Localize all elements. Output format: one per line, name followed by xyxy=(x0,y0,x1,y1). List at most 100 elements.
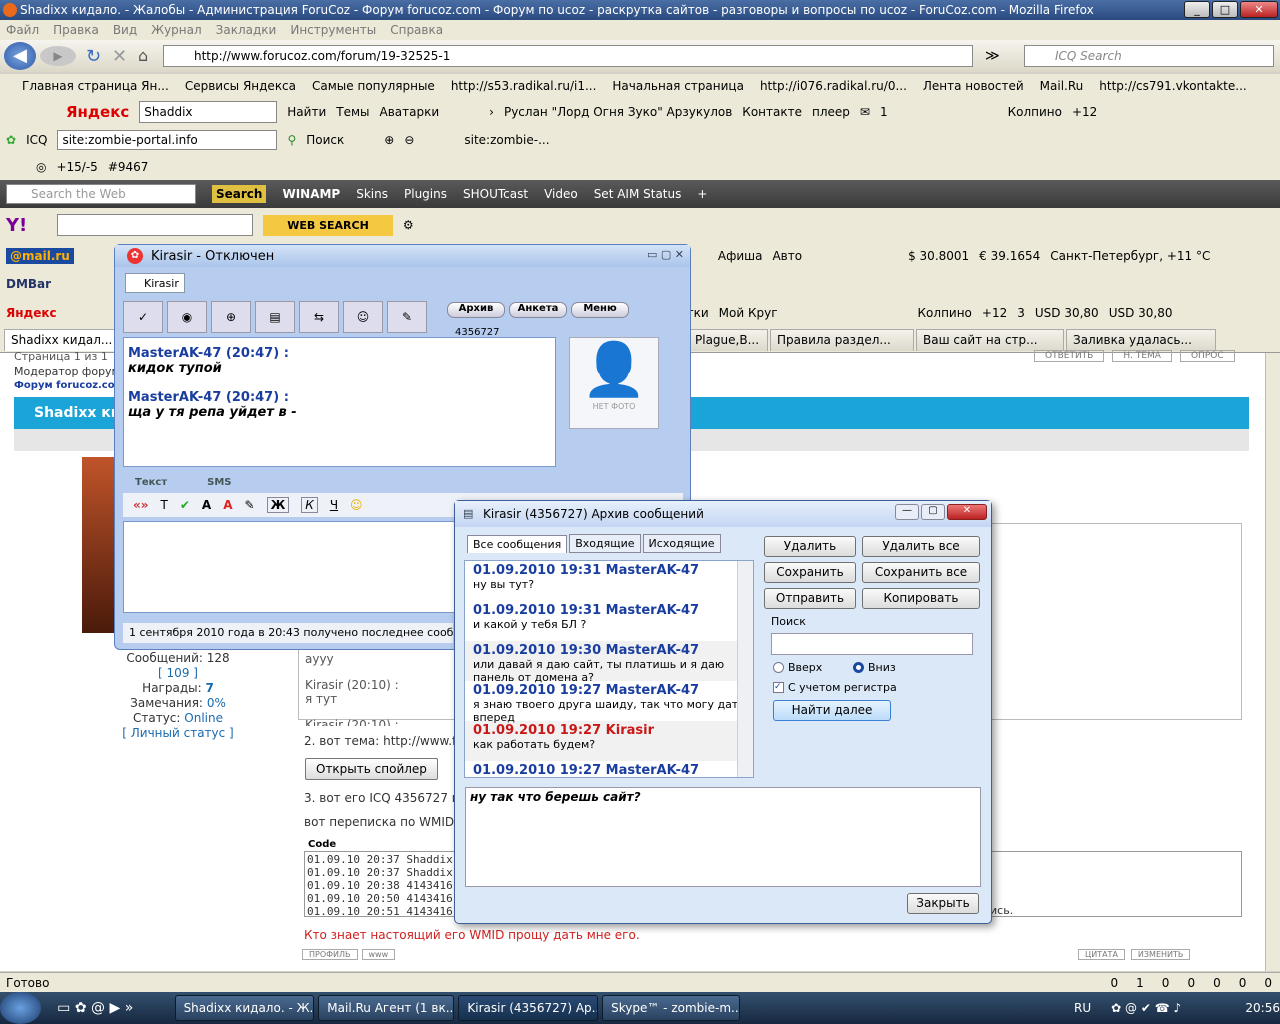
home-icon[interactable]: ⌂ xyxy=(138,46,148,65)
menu-edit[interactable]: Правка xyxy=(53,23,99,37)
task-mailru-agent[interactable]: Mail.Ru Агент (1 вк... xyxy=(318,995,455,1021)
task-icq-archive[interactable]: Kirasir (4356727) Ар... xyxy=(458,995,599,1021)
search-box[interactable]: ICQ Search xyxy=(1024,45,1274,67)
bold-button[interactable]: Ж xyxy=(266,497,290,513)
icq-menu-button[interactable]: Меню xyxy=(571,302,629,318)
icq-contact-tab[interactable]: Kirasir xyxy=(125,273,185,293)
back-button[interactable]: ◀ xyxy=(4,42,36,70)
winamp-plugins[interactable]: Plugins xyxy=(404,187,447,201)
maximize-button[interactable]: □ xyxy=(1212,1,1238,18)
reload-icon[interactable]: ↻ xyxy=(86,46,101,67)
reply-button[interactable]: ОТВЕТИТЬ xyxy=(1034,350,1105,362)
list-item[interactable]: 01.09.2010 19:27 MasterAK-47 xyxy=(465,761,753,777)
icq-check-icon[interactable]: ✓ xyxy=(123,301,163,333)
icq-message-input[interactable] xyxy=(123,521,468,613)
chevron-right-icon[interactable]: › xyxy=(489,105,494,119)
icq-transfer-icon[interactable]: ⇆ xyxy=(299,301,339,333)
winamp-shoutcast[interactable]: SHOUTcast xyxy=(463,187,528,201)
icq-tab-text[interactable]: Текст xyxy=(135,477,167,488)
personal-status-link[interactable]: [ Личный статус ] xyxy=(108,726,248,741)
yahoo-web-search-button[interactable]: WEB SEARCH xyxy=(263,214,393,236)
archive-close-dialog-button[interactable]: Закрыть xyxy=(907,893,979,914)
mail-icon[interactable]: ✉ xyxy=(860,105,870,119)
tab-upload[interactable]: Заливка удалась... xyxy=(1066,328,1216,351)
icq-search-button[interactable]: Поиск xyxy=(306,133,344,147)
tab-rules[interactable]: Правила раздел... xyxy=(770,328,914,351)
icq-webcam-icon[interactable]: ◉ xyxy=(167,301,207,333)
tab-shadixx[interactable]: Shadixx кидал... xyxy=(4,328,116,351)
yandex-search-input[interactable]: Shaddix xyxy=(139,101,278,123)
list-item[interactable]: 01.09.2010 19:31 MasterAK-47 и какой у те… xyxy=(465,601,753,641)
icq-site-input[interactable]: site:zombie-portal.info xyxy=(57,130,278,150)
web-search-input[interactable]: Search the Web xyxy=(6,184,196,204)
smiley-icon[interactable]: ☺ xyxy=(350,498,363,512)
save-button[interactable]: Сохранить xyxy=(764,562,856,583)
menu-help[interactable]: Справка xyxy=(390,23,443,37)
stop-icon[interactable]: ✕ xyxy=(112,46,127,67)
archive-close-button[interactable]: ✕ xyxy=(947,504,987,520)
list-scrollbar[interactable] xyxy=(737,561,753,777)
minimize-button[interactable]: _ xyxy=(1184,1,1210,18)
save-all-button[interactable]: Сохранить все xyxy=(862,562,980,583)
task-skype[interactable]: Skype™ - zombie-m... xyxy=(602,995,741,1021)
auto-link[interactable]: Авто xyxy=(772,249,802,263)
radio-up-icon[interactable] xyxy=(773,662,784,673)
profile-button[interactable]: ПРОФИЛЬ xyxy=(302,949,358,960)
icq-window-controls[interactable]: ▭ ▢ ✕ xyxy=(647,248,684,261)
www-button[interactable]: www xyxy=(361,949,396,960)
zoom-out-icon[interactable]: ⊖ xyxy=(404,133,414,147)
menu-file[interactable]: Файл xyxy=(6,23,39,37)
forum-link[interactable]: Форум forucoz.com xyxy=(14,380,125,391)
checkbox-checked-icon[interactable]: ✓ xyxy=(773,682,784,693)
menu-view[interactable]: Вид xyxy=(113,23,137,37)
task-firefox[interactable]: Shadixx кидало. - Ж... xyxy=(174,995,315,1021)
poll-button[interactable]: ОПРОС xyxy=(1179,350,1235,362)
delete-button[interactable]: Удалить xyxy=(764,536,856,557)
menu-bookmarks[interactable]: Закладки xyxy=(216,23,277,37)
bookmark-4[interactable]: http://s53.radikal.ru/i1... xyxy=(451,79,597,93)
forward-button[interactable]: ▶ xyxy=(40,46,76,66)
tab-incoming[interactable]: Входящие xyxy=(569,534,641,553)
list-item[interactable]: 01.09.2010 19:30 MasterAK-47 или давай я … xyxy=(465,641,753,684)
icq-site-short[interactable]: site:zombie-... xyxy=(464,133,549,147)
spellcheck-icon[interactable]: ✔ xyxy=(180,498,190,512)
delete-all-button[interactable]: Удалить все xyxy=(862,536,980,557)
bookmark-8[interactable]: Mail.Ru xyxy=(1040,79,1084,93)
underline-button[interactable]: Ч xyxy=(330,498,338,512)
bookmark-7[interactable]: Лента новостей xyxy=(923,79,1024,93)
font-color-icon[interactable]: A xyxy=(223,498,232,512)
yandex2-item-2[interactable]: Мой Круг xyxy=(719,306,778,320)
icq-archive-button[interactable]: Архив xyxy=(447,302,505,318)
yandex-avatars[interactable]: Аватарки xyxy=(380,105,440,119)
zoom-in-icon[interactable]: ⊕ xyxy=(384,133,394,147)
tab-site[interactable]: Ваш сайт на стр... xyxy=(916,328,1064,351)
vk-link[interactable]: Контакте xyxy=(742,105,802,119)
archive-message-list[interactable]: 01.09.2010 19:31 MasterAK-47 ну вы тут? 0… xyxy=(464,560,754,778)
message-preview[interactable]: ну так что берешь сайт? xyxy=(465,787,981,887)
list-item[interactable]: 01.09.2010 19:31 MasterAK-47 ну вы тут? xyxy=(465,561,753,601)
bookmark-1[interactable]: Главная страница Ян... xyxy=(22,79,169,93)
icq-save-icon[interactable]: ▤ xyxy=(255,301,295,333)
icq-chat-icon[interactable]: ✎ xyxy=(387,301,427,333)
clock[interactable]: 20:56 xyxy=(1245,1001,1280,1015)
yandex-user[interactable]: Руслан "Лорд Огня Зуко" Арзукулов xyxy=(504,105,732,119)
archive-search-input[interactable] xyxy=(771,633,973,655)
icq-tab-sms[interactable]: SMS xyxy=(207,477,231,488)
menu-history[interactable]: Журнал xyxy=(151,23,202,37)
radio-down-icon[interactable] xyxy=(853,662,864,673)
icq-chat-history[interactable]: MasterAK-47 (20:47) : кидок тупой Master… xyxy=(123,337,556,467)
copy-button[interactable]: Копировать xyxy=(862,588,980,609)
edit-button[interactable]: ИЗМЕНИТЬ xyxy=(1130,949,1191,960)
language-indicator[interactable]: RU xyxy=(1074,1001,1091,1015)
post-count-link[interactable]: [ 109 ] xyxy=(108,666,248,681)
list-item[interactable]: 01.09.2010 19:27 MasterAK-47 я знаю твоег… xyxy=(465,681,753,724)
italic-button[interactable]: К xyxy=(301,497,318,513)
font-icon[interactable]: A xyxy=(202,498,211,512)
nav-extension-icon[interactable]: ≫ xyxy=(985,48,1000,64)
icq-contacts-icon[interactable]: ☺ xyxy=(343,301,383,333)
tab-outgoing[interactable]: Исходящие xyxy=(642,534,721,553)
web-search-button[interactable]: Search xyxy=(212,185,267,203)
icq-profile-button[interactable]: Анкета xyxy=(509,302,567,318)
player-link[interactable]: плеер xyxy=(812,105,850,119)
awards-value[interactable]: 7 xyxy=(205,681,213,695)
